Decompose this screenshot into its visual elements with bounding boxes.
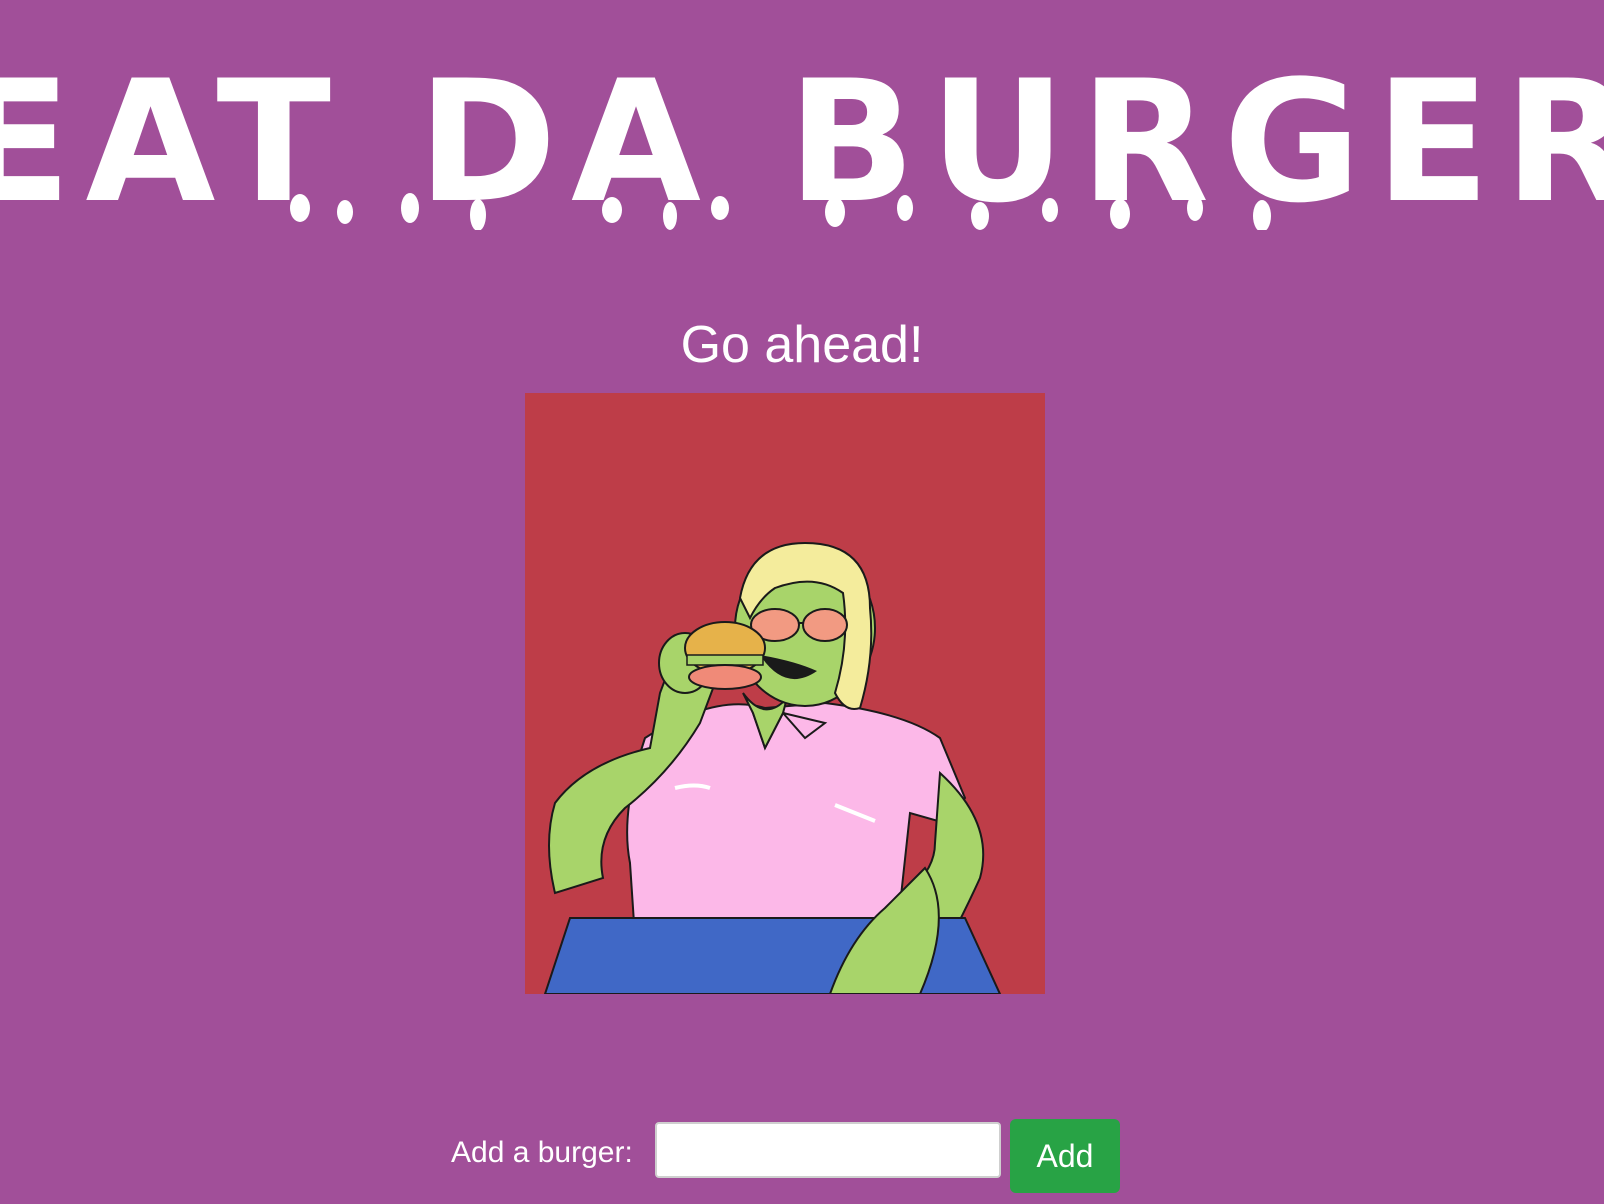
add-button[interactable]: Add [1010,1119,1120,1193]
person-eating-burger-illustration [525,393,1045,994]
add-burger-form: Add a burger: Add [0,1119,1604,1195]
add-burger-label: Add a burger: [451,1136,633,1169]
page: EAT DA BURGER Go ahead! Add a burger: Ad… [0,0,1604,1204]
page-title: EAT DA BURGER [0,44,1604,230]
page-title-logo: EAT DA BURGER [0,40,1604,230]
burger-name-input[interactable] [655,1122,1001,1178]
subtitle: Go ahead! [680,316,924,374]
